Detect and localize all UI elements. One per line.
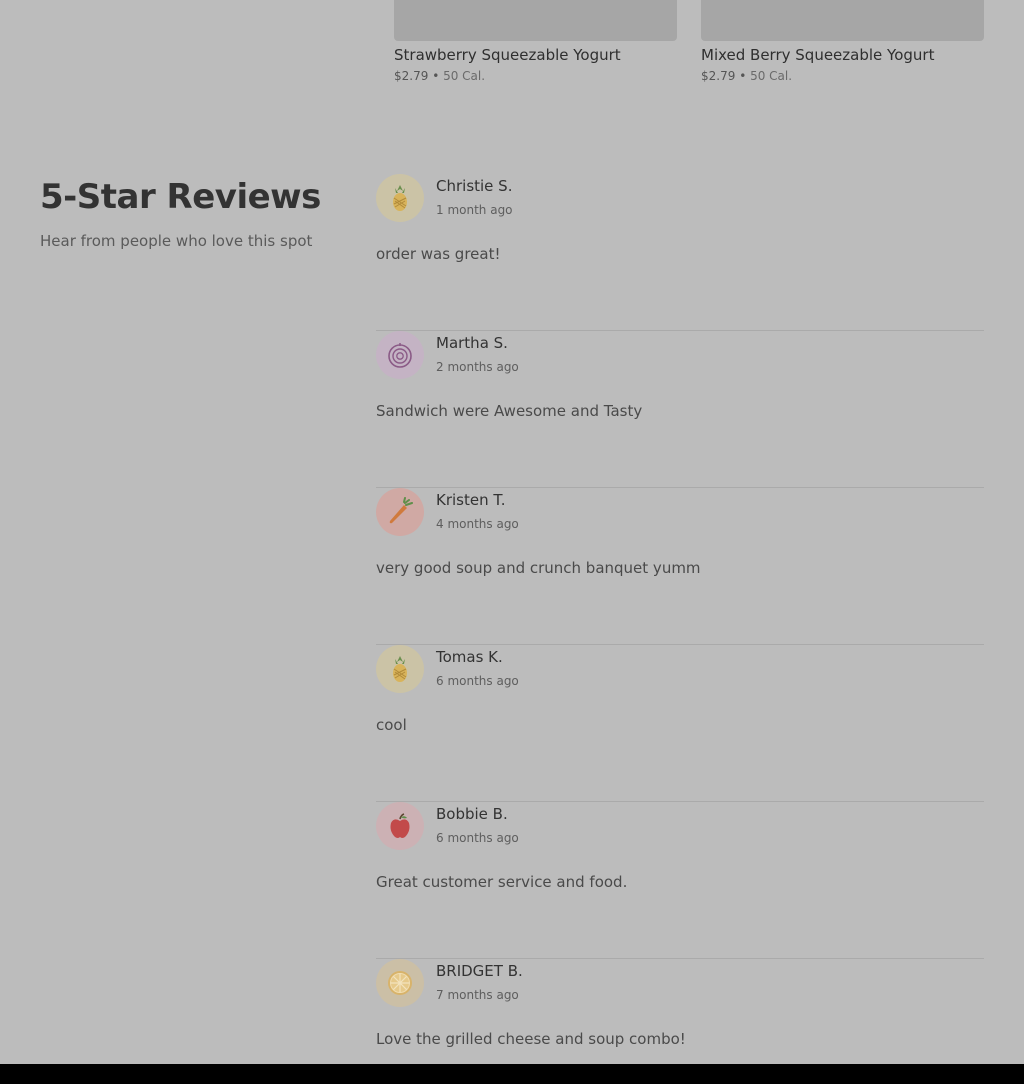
review-text: very good soup and crunch banquet yumm (376, 559, 701, 577)
reviews-subtitle: Hear from people who love this spot (40, 232, 313, 250)
onion-icon (388, 343, 412, 368)
avatar (376, 174, 424, 222)
reviews-header: 5-Star Reviews Hear from people who love… (40, 176, 340, 250)
product-calories: 50 Cal. (443, 69, 486, 83)
review-time: 1 month ago (436, 203, 513, 217)
apple-icon (390, 813, 410, 838)
reviewer-name: Bobbie B. (436, 805, 508, 823)
review-item: Tomas K. 6 months ago cool (376, 645, 984, 802)
product-card[interactable]: Strawberry Squeezable Yogurt $2.79 • 50 … (394, 0, 677, 84)
bottom-bar (0, 1064, 1024, 1084)
review-text: Sandwich were Awesome and Tasty (376, 402, 643, 420)
reviewer-name: Christie S. (436, 177, 513, 195)
review-text: Love the grilled cheese and soup combo! (376, 1030, 686, 1048)
reviewer-name: Tomas K. (436, 648, 503, 666)
pineapple-icon (393, 656, 407, 682)
reviewer-name: Kristen T. (436, 491, 506, 509)
review-time: 2 months ago (436, 360, 519, 374)
review-item: Bobbie B. 6 months ago Great customer se… (376, 802, 984, 959)
review-text: cool (376, 716, 407, 734)
product-meta: $2.79 • 50 Cal. (701, 68, 984, 84)
review-time: 4 months ago (436, 517, 519, 531)
product-carousel: Strawberry Squeezable Yogurt $2.79 • 50 … (394, 0, 984, 100)
review-item: Christie S. 1 month ago order was great! (376, 174, 984, 331)
review-item: Martha S. 2 months ago Sandwich were Awe… (376, 331, 984, 488)
review-time: 6 months ago (436, 674, 519, 688)
separator-dot: • (739, 69, 747, 83)
review-text: order was great! (376, 245, 501, 263)
avatar (376, 802, 424, 850)
product-price: $2.79 (701, 69, 736, 83)
review-time: 7 months ago (436, 988, 519, 1002)
avatar (376, 488, 424, 536)
avatar (376, 959, 424, 1007)
product-price: $2.79 (394, 69, 429, 83)
product-calories: 50 Cal. (750, 69, 793, 83)
reviewer-name: BRIDGET B. (436, 962, 523, 980)
product-image[interactable] (394, 0, 677, 41)
separator-dot: • (432, 69, 440, 83)
review-time: 6 months ago (436, 831, 519, 845)
carrot-icon (389, 497, 413, 524)
reviewer-name: Martha S. (436, 334, 508, 352)
pineapple-icon (393, 185, 407, 211)
review-item: Kristen T. 4 months ago very good soup a… (376, 488, 984, 645)
avatar (376, 331, 424, 379)
product-card[interactable]: Mixed Berry Squeezable Yogurt $2.79 • 50… (701, 0, 984, 84)
review-text: Great customer service and food. (376, 873, 628, 891)
product-image[interactable] (701, 0, 984, 41)
avatar (376, 645, 424, 693)
product-name[interactable]: Strawberry Squeezable Yogurt (394, 45, 677, 65)
product-name[interactable]: Mixed Berry Squeezable Yogurt (701, 45, 984, 65)
product-meta: $2.79 • 50 Cal. (394, 68, 677, 84)
reviews-title: 5-Star Reviews (40, 177, 321, 217)
review-list: Christie S. 1 month ago order was great!… (376, 174, 984, 1084)
orange-slice-icon (388, 971, 412, 995)
